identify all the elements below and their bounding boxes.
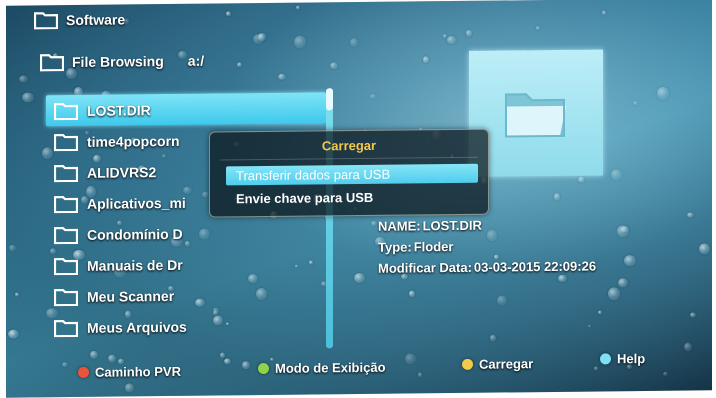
file-item-condominio[interactable]: Condomínio D xyxy=(46,216,336,250)
info-type-value: Floder xyxy=(413,239,454,255)
legend-red-caminho-pvr[interactable]: Caminho PVR xyxy=(78,364,181,380)
legend-label: Caminho PVR xyxy=(95,363,181,380)
path-value: a:/ xyxy=(187,52,205,69)
legend-label: Carregar xyxy=(479,356,534,372)
file-item-meus-arquivos[interactable]: Meus Arquivos xyxy=(46,309,336,343)
folder-icon xyxy=(54,257,78,275)
page-title: Software xyxy=(66,11,126,29)
path-label: File Browsing xyxy=(72,53,164,71)
legend-blue-help[interactable]: Help xyxy=(600,351,645,366)
folder-icon xyxy=(54,133,78,151)
info-date-label: Modificar Data: xyxy=(378,259,472,276)
folder-icon xyxy=(40,54,64,72)
info-name-value: LOST.DIR xyxy=(422,217,482,234)
legend-label: Modo de Exibição xyxy=(275,359,386,376)
folder-preview-icon xyxy=(505,93,566,138)
blue-button-icon xyxy=(600,353,611,365)
folder-icon xyxy=(54,288,78,306)
dialog-title: Carregar xyxy=(321,137,377,154)
yellow-button-icon xyxy=(462,358,473,370)
file-info-panel: NAME: LOST.DIR Type: Floder Modificar Da… xyxy=(378,214,596,279)
info-type-label: Type: xyxy=(378,239,412,255)
legend-label: Help xyxy=(617,351,646,367)
dialog-divider xyxy=(220,156,478,161)
file-list-scrollbar[interactable] xyxy=(326,88,333,349)
file-item-label: Condomínio D xyxy=(87,225,183,243)
carregar-dialog: Carregar Transferir dados para USB Envie… xyxy=(209,128,489,218)
legend-green-modo-exibicao[interactable]: Modo de Exibição xyxy=(258,360,386,376)
folder-icon xyxy=(54,195,78,213)
folder-preview xyxy=(469,49,603,177)
file-item-manuais[interactable]: Manuais de Dr xyxy=(46,247,336,281)
info-date-value: 03-03-2015 22:09:26 xyxy=(473,258,597,275)
color-key-legend: Caminho PVR Modo de Exibição Carregar He… xyxy=(70,351,690,381)
folder-icon xyxy=(54,226,78,244)
menu-item-envie-chave[interactable]: Envie chave para USB xyxy=(226,187,478,209)
folder-icon xyxy=(54,102,78,120)
file-item-label: LOST.DIR xyxy=(87,101,151,119)
file-item-label: Aplicativos_mi xyxy=(87,194,186,212)
legend-yellow-carregar[interactable]: Carregar xyxy=(462,356,533,372)
file-item-meu-scanner[interactable]: Meu Scanner xyxy=(46,278,336,312)
header: Software xyxy=(34,10,126,30)
file-item-lost-dir[interactable]: LOST.DIR xyxy=(46,92,326,127)
folder-icon xyxy=(34,12,58,30)
tv-screen: Software File Browsing a:/ LOST.DIR time… xyxy=(6,0,712,398)
file-item-label: ALIDVRS2 xyxy=(87,163,157,181)
info-name-row: NAME: LOST.DIR xyxy=(378,214,596,237)
scrollbar-thumb[interactable] xyxy=(326,88,333,111)
info-date-row: Modificar Data: 03-03-2015 22:09:26 xyxy=(378,256,596,279)
breadcrumb: File Browsing a:/ xyxy=(40,52,204,72)
file-item-label: time4popcorn xyxy=(87,132,180,150)
red-button-icon xyxy=(78,366,89,378)
green-button-icon xyxy=(258,362,269,375)
file-item-label: Manuais de Dr xyxy=(87,256,183,274)
menu-item-transferir-dados[interactable]: Transferir dados para USB xyxy=(226,163,478,186)
info-type-row: Type: Floder xyxy=(378,235,596,258)
file-item-label: Meu Scanner xyxy=(87,287,175,305)
folder-icon xyxy=(54,319,78,337)
folder-icon xyxy=(54,164,78,182)
file-item-label: Meus Arquivos xyxy=(87,318,187,336)
info-name-label: NAME: xyxy=(378,218,421,234)
